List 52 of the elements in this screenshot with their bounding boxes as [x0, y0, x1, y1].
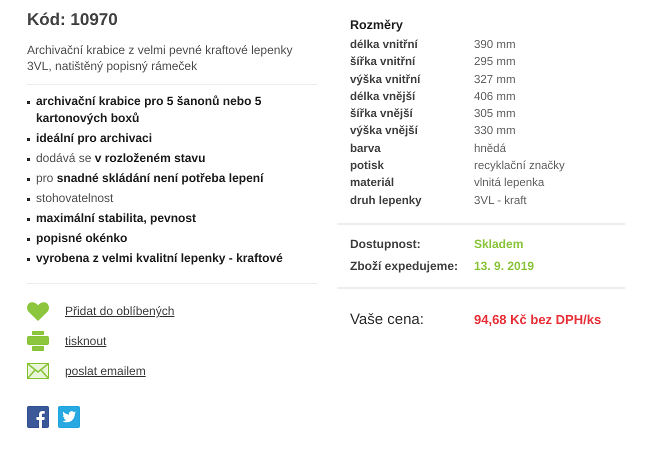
feature-text: vyrobena z velmi kvalitní lepenky - kraftové — [36, 250, 283, 267]
action-link[interactable]: tisknout — [65, 334, 106, 348]
price-value: 94,68 Kč bez DPH/ks — [474, 312, 602, 327]
spec-label: šířka vnější — [350, 107, 414, 122]
spec-value: recyklační značky — [474, 159, 566, 174]
bullet-icon — [27, 101, 30, 104]
bullet-icon — [27, 198, 30, 201]
product-description: Archivační krabice z velmi pevné kraftové lepenky 3VL, natištěný popisný rámeček — [27, 42, 317, 85]
bullet-icon — [27, 158, 30, 161]
spec-value: 330 mm — [474, 124, 517, 140]
bullet-icon — [27, 258, 30, 261]
spec-label: barva — [350, 142, 382, 157]
spec-value: 390 mm — [474, 38, 517, 53]
bullet-icon — [27, 238, 30, 241]
feature-text: ideální pro archivaci — [36, 130, 152, 147]
spec-value: 3VL - kraft — [474, 194, 528, 209]
spec-value: vlnitá lepenka — [474, 176, 546, 192]
availability-label: Zboží expedujeme: — [350, 258, 460, 273]
bullet-icon — [27, 138, 30, 141]
feature-text: stohovatelnost — [36, 190, 114, 207]
spec-label: druh lepenky — [350, 194, 423, 209]
availability-label: Dostupnost: — [350, 236, 422, 251]
facebook-icon[interactable] — [27, 406, 49, 428]
spec-value: 295 mm — [474, 55, 517, 70]
bullet-icon — [27, 218, 30, 221]
heart-icon — [27, 302, 49, 320]
availability-value: Skladem — [474, 236, 524, 251]
price-label: Vaše cena: — [350, 310, 425, 328]
feature-text: popisné okénko — [36, 230, 128, 247]
spec-label: výška vnější — [350, 124, 419, 140]
spec-label: výška vnitřní — [350, 72, 422, 88]
spec-label: délka vnější — [350, 90, 416, 105]
action-link[interactable]: Přidat do oblíbených — [65, 304, 174, 318]
feature-text: maximální stabilita, pevnost — [36, 210, 196, 227]
section-heading: Rozměry — [350, 18, 404, 32]
availability-value: 13. 9. 2019 — [474, 258, 536, 273]
spec-label: materiál — [350, 176, 396, 192]
spec-value: 305 mm — [474, 107, 517, 122]
spec-value: hnědá — [474, 142, 507, 157]
product-code: Kód: 10970 — [27, 10, 119, 30]
action-link[interactable]: poslat emailem — [65, 364, 146, 378]
feature-text: pro snadné skládání není potřeba lepení — [36, 170, 264, 187]
printer-icon — [27, 331, 49, 351]
spec-value: 406 mm — [474, 90, 517, 105]
spec-label: šířka vnitřní — [350, 55, 416, 70]
bullet-icon — [27, 178, 30, 181]
spec-label: potisk — [350, 159, 385, 174]
spec-value: 327 mm — [474, 72, 517, 88]
feature-text: dodává se v rozloženém stavu — [36, 150, 206, 167]
envelope-icon — [27, 363, 49, 379]
spec-label: délka vnitřní — [350, 38, 419, 53]
twitter-icon[interactable] — [58, 406, 80, 428]
